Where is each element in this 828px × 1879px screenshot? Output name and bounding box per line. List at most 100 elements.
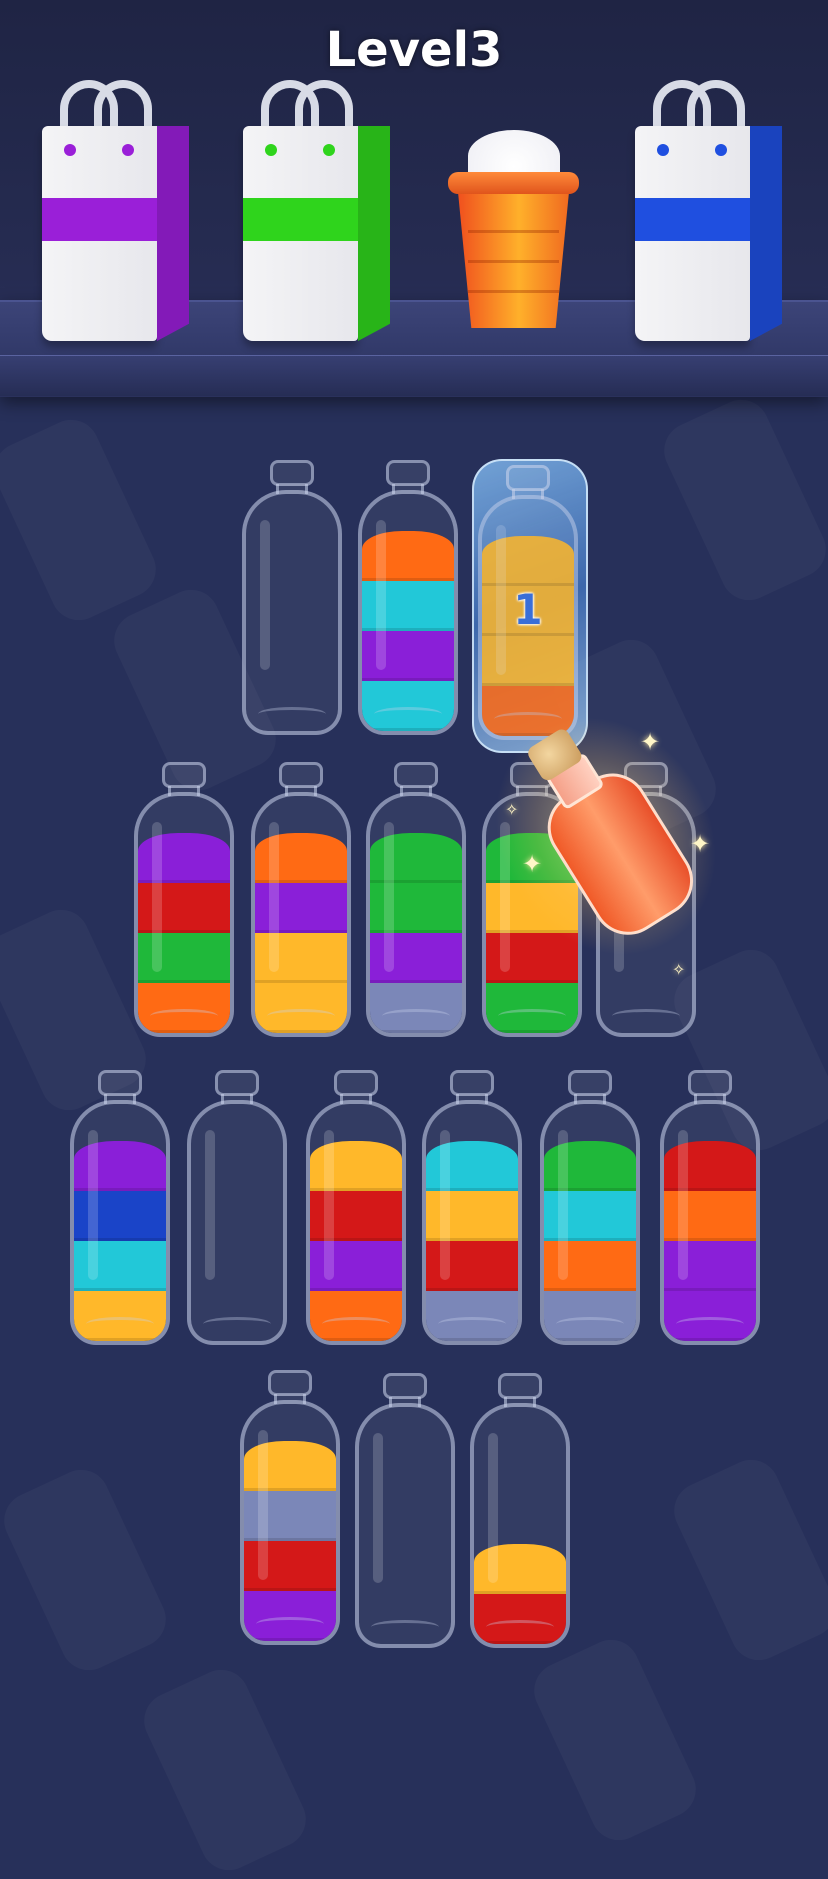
bottle-neck xyxy=(268,1370,312,1396)
glass-shine xyxy=(558,1130,568,1280)
bag-side xyxy=(157,126,189,341)
bag-color-stripe xyxy=(243,198,358,241)
bag-color-stripe xyxy=(635,198,750,241)
sparkle-icon: ✦ xyxy=(522,850,543,878)
liquid-layer-purple xyxy=(664,1291,756,1341)
bottle-glass xyxy=(540,1100,640,1345)
liquid-layer-yellow xyxy=(74,1291,166,1341)
background-bottle-decoration xyxy=(0,411,165,630)
bottle-neck xyxy=(506,465,550,491)
shopping-bag-icon xyxy=(243,126,358,341)
liquid-layer-slate xyxy=(426,1291,518,1341)
bottle-base xyxy=(267,1009,335,1023)
bottle-neck xyxy=(98,1070,142,1096)
drink-cup-icon xyxy=(446,130,581,335)
bottle-base xyxy=(374,707,442,721)
bottle-neck xyxy=(386,460,430,486)
bottle-13[interactable] xyxy=(540,1070,640,1345)
shelf-edge xyxy=(0,355,828,396)
liquid-layer-orange xyxy=(138,983,230,1033)
bottle-neck xyxy=(498,1373,542,1399)
level-title: Level3 xyxy=(325,22,503,78)
background-bottle-decoration xyxy=(525,1631,705,1850)
bag-hole xyxy=(323,144,335,156)
bottle-base xyxy=(486,1620,554,1634)
bottle-neck xyxy=(394,762,438,788)
bottle-glass xyxy=(355,1403,455,1648)
bottle-neck xyxy=(334,1070,378,1096)
shopping-bag-icon xyxy=(635,126,750,341)
bottle-neck xyxy=(270,460,314,486)
bottle-base xyxy=(676,1317,744,1331)
bag-hole xyxy=(715,144,727,156)
background-bottle-decoration xyxy=(665,1451,828,1670)
bottle-base xyxy=(371,1620,439,1634)
bottle-neck xyxy=(450,1070,494,1096)
shopping-bag-icon xyxy=(42,126,157,341)
bottle-glass xyxy=(358,490,458,735)
bottle-neck xyxy=(383,1373,427,1399)
background-bottle-decoration xyxy=(0,1461,175,1680)
frozen-lock-counter: 1 xyxy=(513,585,543,634)
liquid-layer-purple xyxy=(244,1591,336,1641)
bottle-15[interactable] xyxy=(240,1370,340,1645)
bottle-3-frozen[interactable]: 1 xyxy=(472,459,588,753)
bottle-10[interactable] xyxy=(187,1070,287,1345)
background-bottle-decoration xyxy=(135,1661,315,1879)
cup-ridge xyxy=(468,260,559,263)
bottle-5[interactable] xyxy=(251,762,351,1037)
liquid-layer-red xyxy=(474,1594,566,1644)
glass-shine xyxy=(258,1430,268,1580)
bottle-9[interactable] xyxy=(70,1070,170,1345)
glass-shine xyxy=(678,1130,688,1280)
sparkle-icon: ✦ xyxy=(640,728,661,756)
liquid-layer-yellow xyxy=(255,983,347,1033)
bottle-glass xyxy=(134,792,234,1037)
bottle-glass xyxy=(187,1100,287,1345)
liquid-layer-orange xyxy=(310,1291,402,1341)
bottle-12[interactable] xyxy=(422,1070,522,1345)
bottle-neck xyxy=(162,762,206,788)
bottle-11[interactable] xyxy=(306,1070,406,1345)
bottle-base xyxy=(438,1317,506,1331)
background-bottle-decoration xyxy=(655,391,828,610)
bag-color-stripe xyxy=(42,198,157,241)
cup-ridge xyxy=(468,290,559,293)
bottle-6[interactable] xyxy=(366,762,466,1037)
bottle-16[interactable] xyxy=(355,1373,455,1648)
glass-shine xyxy=(440,1130,450,1280)
bag-side xyxy=(750,126,782,341)
bottle-glass xyxy=(660,1100,760,1345)
target-bag-purple xyxy=(42,80,192,345)
bottle-4[interactable] xyxy=(134,762,234,1037)
bottle-glass xyxy=(422,1100,522,1345)
bottle-base xyxy=(150,1009,218,1023)
bottle-glass xyxy=(242,490,342,735)
bottle-base xyxy=(382,1009,450,1023)
glass-shine xyxy=(205,1130,215,1280)
glass-shine xyxy=(324,1130,334,1280)
bottle-2[interactable] xyxy=(358,460,458,735)
liquid-layer-slate xyxy=(370,983,462,1033)
glass-shine xyxy=(88,1130,98,1280)
bottle-14[interactable] xyxy=(660,1070,760,1345)
cup-ridge xyxy=(468,230,559,233)
bottle-base xyxy=(203,1317,271,1331)
bottle-17[interactable] xyxy=(470,1373,570,1648)
bag-hole xyxy=(265,144,277,156)
bottle-base xyxy=(256,1617,324,1631)
bottle-neck xyxy=(215,1070,259,1096)
glass-shine xyxy=(152,822,162,972)
bottle-glass xyxy=(70,1100,170,1345)
glass-shine xyxy=(260,520,270,670)
liquid-layer-green xyxy=(486,983,578,1033)
bottle-base xyxy=(498,1009,566,1023)
sparkle-icon: ✧ xyxy=(672,960,686,979)
bottle-base xyxy=(556,1317,624,1331)
bag-side xyxy=(358,126,390,341)
bottle-base xyxy=(86,1317,154,1331)
target-bag-blue xyxy=(635,80,785,345)
target-bag-green xyxy=(243,80,393,345)
bottle-1[interactable] xyxy=(242,460,342,735)
bottle-base xyxy=(258,707,326,721)
